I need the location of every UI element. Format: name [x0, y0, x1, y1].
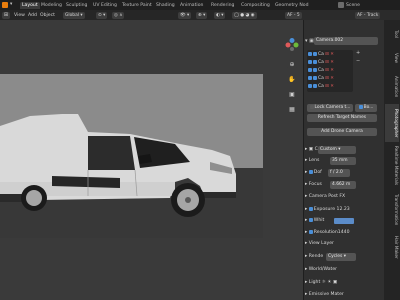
tab-shading[interactable]: Shading	[156, 2, 175, 9]
refresh-target-names-button[interactable]: Refresh Target Names	[307, 114, 377, 122]
list-item[interactable]: Ca ⊟ ✕	[308, 67, 352, 74]
camera-render-preview	[0, 74, 263, 238]
list-item[interactable]: Ca ⊟ ✕	[308, 75, 352, 82]
tab-realtime-materials[interactable]: Realtime Materials	[385, 142, 399, 190]
checkbox-icon[interactable]	[313, 59, 317, 64]
tab-hair-maker[interactable]: Hair Maker	[385, 232, 399, 262]
white-balance-color[interactable]	[334, 218, 354, 224]
tab-uv-editing[interactable]: UV Editing	[93, 2, 117, 9]
blender-logo-icon[interactable]	[2, 2, 8, 8]
tab-geometry-nodes[interactable]: Geometry Nod	[275, 2, 309, 9]
tab-animation[interactable]: Animation	[180, 2, 203, 9]
tab-texture-paint[interactable]: Texture Paint	[122, 2, 152, 9]
snap-icon[interactable]: ⊙ ▾	[96, 12, 108, 19]
checkbox-icon[interactable]	[313, 51, 317, 56]
tab-animation-side[interactable]: Animation	[385, 70, 399, 104]
tab-view[interactable]: View	[385, 48, 399, 68]
resolution-row: ▸ Resolution1440	[305, 229, 350, 235]
checkbox-icon[interactable]	[308, 51, 312, 56]
bool-toggle[interactable]: Bo...	[355, 104, 377, 112]
tab-modeling[interactable]: Modeling	[41, 2, 62, 9]
tab-rendering[interactable]: Rendering	[211, 2, 234, 9]
shading-modes-icon[interactable]: ◯ ● ◕ ◉	[232, 12, 257, 19]
checkbox-icon[interactable]	[313, 67, 317, 72]
list-add-icon[interactable]: +	[356, 50, 360, 56]
focus-field[interactable]: 4.662 m	[330, 181, 356, 189]
tab-tool[interactable]: Tool	[385, 24, 399, 44]
af-dropdown[interactable]: AF - 5	[285, 12, 302, 19]
pan-hand-icon[interactable]: ✋	[287, 75, 297, 85]
lens-field[interactable]: 35 mm	[330, 157, 356, 165]
grid-view-icon[interactable]: ▦	[287, 105, 297, 115]
camera-view-icon[interactable]: ▣	[287, 90, 297, 100]
overlay-icon[interactable]: ◐ ▾	[214, 12, 226, 19]
camera-name-field[interactable]: Camera.002	[314, 37, 378, 45]
axis-gizmo-icon[interactable]	[285, 38, 299, 51]
gizmo-icon[interactable]: ⊕ ▾	[196, 12, 208, 19]
tab-compositing[interactable]: Compositing	[241, 2, 270, 9]
van-render	[0, 114, 236, 217]
list-item[interactable]: Ca ⊟ ✕	[308, 83, 352, 90]
checkbox-icon[interactable]	[313, 75, 317, 80]
checkbox-icon[interactable]	[308, 59, 312, 64]
lock-camera-button[interactable]: Lock Camera t...	[307, 104, 353, 112]
zoom-icon[interactable]: ⊕	[287, 60, 297, 70]
list-item[interactable]: Ca ⊟ ✕	[308, 51, 352, 58]
visibility-icon[interactable]: 👁 ▾	[178, 12, 192, 19]
list-remove-icon[interactable]: −	[356, 58, 360, 64]
proportional-edit-icon[interactable]: ◎ ∧	[112, 12, 125, 19]
af-track-dropdown[interactable]: AF - Track	[355, 12, 381, 19]
tab-sculpting[interactable]: Sculpting	[66, 2, 87, 9]
tab-photographer[interactable]: Photographer	[385, 104, 399, 142]
exposure-row: ▸ Exposure 12.23	[305, 206, 350, 212]
view-layer-row[interactable]: ▸ View Layer	[305, 240, 383, 248]
mode-select-icon[interactable]: ⊞	[2, 12, 10, 19]
checkbox-icon[interactable]	[308, 83, 312, 88]
menu-object[interactable]: Object	[40, 12, 55, 19]
tab-transformation[interactable]: Transformation	[385, 190, 399, 230]
file-menu[interactable]: ▾	[10, 2, 12, 7]
render-engine-dropdown[interactable]: Cycles ▾	[326, 253, 356, 261]
checkbox-icon[interactable]	[313, 83, 317, 88]
light-row: ▸ Light ☼ ☀ ▣	[305, 280, 338, 285]
scene-name[interactable]: Scene	[346, 2, 360, 9]
camera-type-dropdown[interactable]: Custom ▾	[318, 146, 356, 154]
orientation-dropdown[interactable]: Global ▾	[63, 12, 85, 19]
world-water-row[interactable]: ▸ World/Water	[305, 266, 383, 274]
checkbox-icon[interactable]	[308, 67, 312, 72]
camera-post-fx-row[interactable]: ▸ Camera Post FX	[305, 193, 383, 201]
menu-add[interactable]: Add	[28, 12, 37, 19]
add-drone-camera-button[interactable]: Add Drone Camera	[307, 128, 377, 136]
scene-icon	[338, 2, 344, 8]
camera-object-icon: ▾ ▣	[305, 38, 314, 44]
menu-view[interactable]: View	[14, 12, 25, 19]
list-item[interactable]: Ca ⊟ ✕	[308, 59, 352, 66]
dof-field[interactable]: f / 2.0	[328, 169, 350, 177]
checkbox-icon[interactable]	[308, 75, 312, 80]
emissive-material-row[interactable]: ▸ Emissive Mater	[305, 291, 383, 299]
tab-layout[interactable]: Layout	[20, 2, 40, 9]
